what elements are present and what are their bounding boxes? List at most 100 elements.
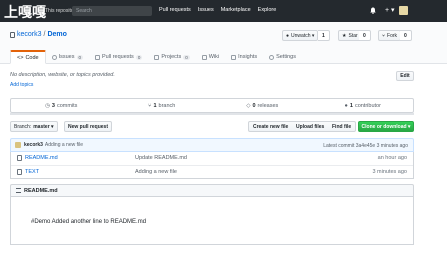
branch-icon: ⑂ xyxy=(148,102,152,109)
tab-insights-label: Insights xyxy=(238,54,258,60)
file-icon xyxy=(17,155,22,161)
repo-owner-link[interactable]: kecork3 xyxy=(17,31,42,38)
watch-button[interactable]: ● Unwatch ▾ xyxy=(282,30,319,41)
releases-count: 0 xyxy=(252,102,256,109)
tag-icon: ◇ xyxy=(246,102,251,109)
code-icon: <> xyxy=(17,54,24,61)
tab-insights[interactable]: Insights xyxy=(225,50,263,64)
branches-summary[interactable]: ⑂ 1 branch xyxy=(112,99,213,112)
clone-download-button[interactable]: Clone or download ▾ xyxy=(358,121,414,132)
tab-projects-label: Projects xyxy=(161,54,182,60)
fork-count[interactable]: 0 xyxy=(400,30,412,41)
file-commit-message[interactable]: Adding a new file xyxy=(135,169,177,175)
branch-name: master ▾ xyxy=(33,123,54,130)
releases-label: releases xyxy=(257,102,279,109)
nav-link-marketplace[interactable]: Marketplace xyxy=(221,7,251,13)
branch-select-button[interactable]: Branch: master ▾ xyxy=(10,121,58,132)
tab-wiki-label: Wiki xyxy=(208,54,220,60)
file-row: TEXT Adding a new file 3 minutes ago xyxy=(11,165,413,178)
latest-commit-bar: kecork3 Adding a new file Latest commit … xyxy=(10,138,414,152)
nav-links: Pull requests Issues Marketplace Explore xyxy=(159,7,276,13)
nav-link-pull-requests[interactable]: Pull requests xyxy=(159,7,191,13)
fork-button[interactable]: ⑂ Fork xyxy=(378,30,402,41)
commits-count: 3 xyxy=(51,102,55,109)
readme-title: README.md xyxy=(24,187,58,194)
project-icon xyxy=(154,54,160,60)
language-bar xyxy=(10,113,414,115)
gear-icon xyxy=(269,54,275,60)
add-topics-link[interactable]: Add topics xyxy=(10,82,33,88)
tab-settings[interactable]: Settings xyxy=(263,50,302,64)
latest-commit-info[interactable]: Latest commit 3a4e45e 3 minutes ago xyxy=(323,143,408,149)
book-icon xyxy=(201,54,207,60)
tab-settings-label: Settings xyxy=(276,54,296,60)
tab-issues[interactable]: Issues 0 xyxy=(46,50,89,64)
commits-summary[interactable]: ◷ 3 commits xyxy=(11,99,112,112)
nav-link-issues[interactable]: Issues xyxy=(198,7,214,13)
contributors-summary[interactable]: ● 1 contributor xyxy=(313,99,414,112)
file-age: an hour ago xyxy=(377,155,407,161)
logo[interactable]: 上嘎嘎 xyxy=(4,2,46,22)
commit-message[interactable]: Adding a new file xyxy=(45,142,83,148)
list-icon xyxy=(16,188,21,193)
file-commit-message[interactable]: Update README.md xyxy=(135,155,187,161)
repo-tabs: <> Code Issues 0 Pull requests 0 Project… xyxy=(10,50,302,64)
readme-body: #Demo Added another line to README.md xyxy=(10,197,414,245)
branch-prefix: Branch: xyxy=(14,123,32,130)
tab-pull-requests-count: 0 xyxy=(135,54,143,60)
avatar[interactable] xyxy=(15,142,21,148)
edit-button[interactable]: Edit xyxy=(396,71,414,81)
file-name-link[interactable]: TEXT xyxy=(25,169,39,175)
people-icon: ● xyxy=(344,102,348,109)
new-pull-request-button[interactable]: New pull request xyxy=(64,121,113,132)
tab-code[interactable]: <> Code xyxy=(10,50,46,64)
fork-icon: ⑂ xyxy=(382,32,386,39)
branches-label: branch xyxy=(158,102,176,109)
upload-files-button[interactable]: Upload files xyxy=(292,121,330,132)
history-icon: ◷ xyxy=(45,102,50,109)
repo-name-link[interactable]: Demo xyxy=(47,31,66,38)
new-menu-button[interactable]: + ▾ xyxy=(385,6,395,14)
tab-projects-count: 0 xyxy=(183,54,190,60)
graph-icon xyxy=(231,54,237,60)
nav-link-explore[interactable]: Explore xyxy=(258,7,277,13)
commit-author-link[interactable]: kecork3 xyxy=(24,142,43,148)
tab-issues-count: 0 xyxy=(76,54,84,60)
star-label: Star xyxy=(348,32,358,39)
watch-count[interactable]: 1 xyxy=(318,30,330,41)
contributors-label: contributor xyxy=(354,102,381,109)
star-count[interactable]: 0 xyxy=(359,30,371,41)
repo-icon xyxy=(10,31,15,38)
bell-icon[interactable] xyxy=(370,7,376,14)
repo-separator: / xyxy=(43,31,46,38)
readme-header: README.md xyxy=(10,184,414,197)
file-icon xyxy=(17,169,22,175)
numbers-summary: ◷ 3 commits ⑂ 1 branch ◇ 0 releases ● 1 … xyxy=(10,98,414,113)
tab-pull-requests-label: Pull requests xyxy=(102,54,134,60)
eye-icon: ● xyxy=(286,32,290,39)
tab-wiki[interactable]: Wiki xyxy=(196,50,225,64)
find-file-button[interactable]: Find file xyxy=(328,121,357,132)
pull-request-icon xyxy=(95,54,101,60)
file-age: 3 minutes ago xyxy=(372,169,407,175)
contributors-count: 1 xyxy=(349,102,353,109)
top-nav: 上嘎嘎 This repository Search Pull requests… xyxy=(0,0,447,22)
tab-pull-requests[interactable]: Pull requests 0 xyxy=(89,50,148,64)
branches-count: 1 xyxy=(153,102,157,109)
file-name-link[interactable]: README.md xyxy=(25,155,58,161)
file-list: README.md Update README.md an hour ago T… xyxy=(10,152,414,179)
avatar[interactable] xyxy=(399,6,408,15)
tab-issues-label: Issues xyxy=(58,54,75,60)
repo-description: No description, website, or topics provi… xyxy=(10,72,115,78)
create-new-file-button[interactable]: Create new file xyxy=(248,121,294,132)
commits-label: commits xyxy=(56,102,78,109)
watch-label: Unwatch ▾ xyxy=(291,32,315,39)
search-input[interactable]: Search xyxy=(72,6,152,16)
releases-summary[interactable]: ◇ 0 releases xyxy=(212,99,313,112)
star-icon: ★ xyxy=(342,32,347,39)
tab-projects[interactable]: Projects 0 xyxy=(148,50,195,64)
repo-title: kecork3 / Demo xyxy=(10,31,67,38)
issue-icon xyxy=(51,54,57,60)
fork-label: Fork xyxy=(387,32,398,39)
file-row: README.md Update README.md an hour ago xyxy=(11,152,413,165)
